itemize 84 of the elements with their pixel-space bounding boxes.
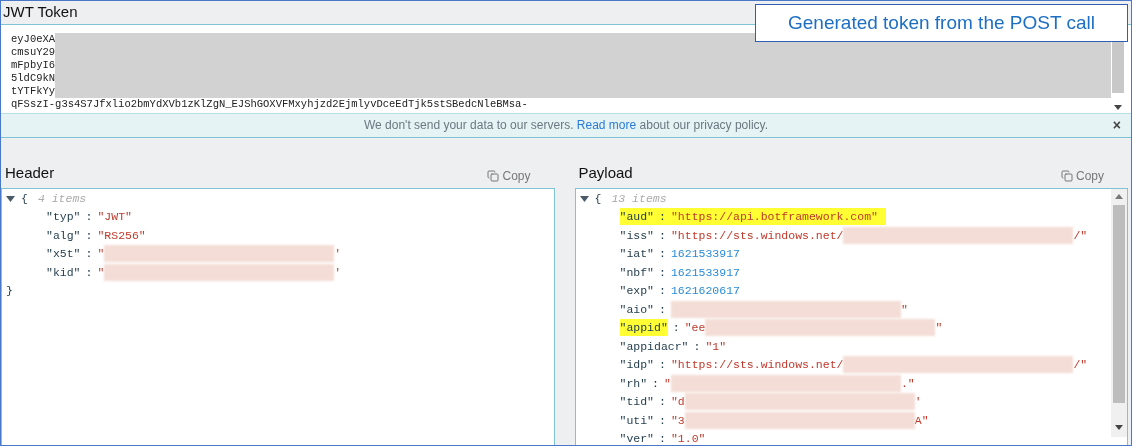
string-value: ."	[900, 375, 915, 392]
colon: :	[654, 208, 671, 226]
colon: :	[658, 412, 667, 429]
colon: :	[671, 320, 681, 337]
item-count: 13 items	[610, 191, 667, 208]
colon: :	[658, 283, 667, 300]
string-value: '	[914, 394, 922, 411]
colon: :	[658, 431, 667, 445]
number-value: 1621620617	[670, 283, 740, 300]
copy-button[interactable]: Copy	[487, 166, 551, 185]
number-value: 1621533917	[670, 264, 740, 281]
colon: :	[658, 227, 667, 244]
json-key: "alg"	[46, 226, 81, 244]
collapse-caret-icon[interactable]	[6, 196, 15, 202]
string-value: "	[664, 375, 671, 392]
colon: :	[651, 375, 660, 392]
close-button[interactable]: ×	[1112, 114, 1121, 136]
callout-box: Generated token from the POST call	[755, 4, 1128, 42]
number-value: 1621533917	[670, 246, 740, 263]
panel-title: JWT Token	[3, 2, 78, 22]
string-value: "1.0"	[670, 431, 706, 445]
item-count: 4 items	[36, 191, 87, 208]
string-value: '	[334, 264, 342, 281]
colon: :	[84, 227, 94, 244]
json-key: "iss"	[619, 226, 654, 244]
json-key: "aud"	[619, 208, 654, 226]
colon: :	[84, 264, 94, 281]
json-key: "typ"	[46, 208, 81, 226]
token-text: eyJ0eXA	[11, 32, 56, 46]
string-value: "https://api.botframework.com"	[670, 209, 878, 226]
collapse-caret-icon[interactable]	[579, 196, 589, 202]
string-value: "	[97, 264, 105, 281]
colon: :	[84, 209, 94, 226]
privacy-notice: We don't send your data to our servers. Read more about our privacy policy.	[363, 117, 769, 134]
json-key: "x5t"	[46, 245, 81, 263]
string-value: "https://sts.windows.net/	[670, 357, 844, 374]
scrollbar-icon[interactable]	[1111, 188, 1127, 437]
token-text: qFSszI-g3s4S7Jfxlio2bmYdXVb1zKlZgN_EJShGOXVFMxyhjzd2EjmlyvDceEdTjk5stSBedcNleBMsa-	[11, 97, 528, 111]
open-brace: {	[21, 191, 28, 208]
token-text: mFpbyI6	[11, 58, 56, 72]
section-title: Header	[5, 163, 55, 183]
token-text: cmsuY29	[11, 45, 56, 59]
json-key: "nbf"	[619, 263, 654, 281]
token-text: tYTFkYy	[11, 84, 56, 98]
json-key: "rh"	[619, 374, 648, 392]
string-value: "JWT"	[97, 209, 132, 226]
string-value: "	[900, 301, 908, 318]
token-text: 5ldC9kN	[11, 71, 56, 85]
section-title: Payload	[578, 163, 633, 183]
string-value: '	[334, 246, 342, 263]
string-value: "	[935, 320, 943, 337]
copy-button[interactable]: Copy	[1061, 166, 1124, 185]
colon: :	[658, 264, 667, 281]
copy-icon	[487, 169, 500, 182]
read-more-link[interactable]: Read more	[576, 118, 637, 132]
colon: :	[84, 246, 94, 263]
json-key: "exp"	[619, 282, 654, 300]
copy-icon	[1061, 169, 1073, 182]
string-value: /"	[1073, 227, 1088, 244]
string-value: "3	[670, 412, 685, 429]
json-key: "aio"	[619, 300, 654, 318]
string-value: "	[97, 246, 105, 263]
open-brace: {	[594, 191, 602, 208]
string-value: "https://sts.windows.net/	[670, 227, 844, 244]
json-key: "idp"	[619, 356, 654, 374]
json-key: "appid"	[619, 319, 668, 337]
colon: :	[658, 357, 667, 374]
json-key: "tid"	[619, 393, 654, 411]
string-value: "ee	[684, 320, 706, 337]
colon: :	[658, 246, 667, 263]
string-value: A"	[914, 412, 929, 429]
json-key: "appidacr"	[619, 337, 689, 355]
json-key: "iat"	[619, 245, 654, 263]
string-value: "RS256"	[97, 227, 146, 244]
string-value: "1"	[705, 338, 727, 355]
colon: :	[692, 338, 702, 355]
colon: :	[658, 301, 667, 318]
string-value: "d	[670, 394, 685, 411]
colon: :	[658, 394, 667, 411]
json-key: "ver"	[619, 430, 654, 445]
close-brace: }	[6, 283, 13, 297]
json-key: "kid"	[46, 263, 81, 281]
string-value: /"	[1073, 357, 1088, 374]
json-key: "uti"	[619, 411, 654, 429]
